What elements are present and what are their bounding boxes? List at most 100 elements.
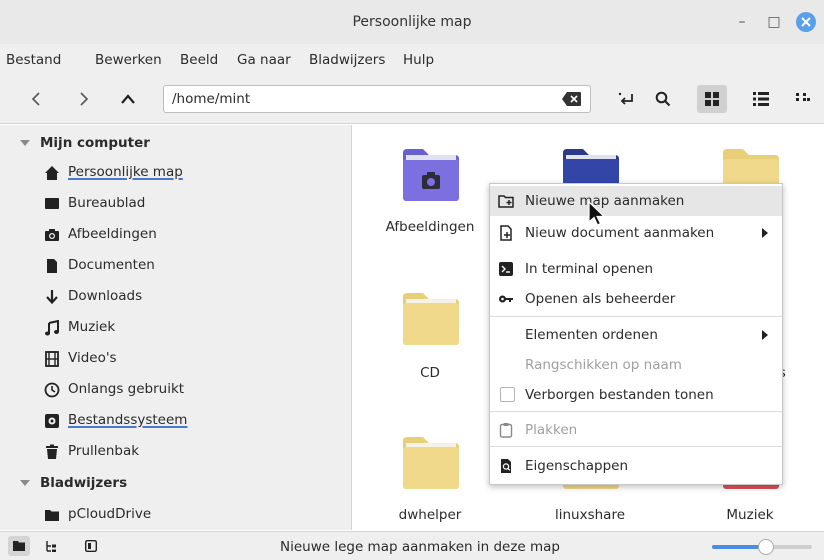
chevron-right-icon	[80, 92, 89, 106]
menu-separator	[490, 411, 782, 412]
menu-item-elementen-ordenen[interactable]: Elementen ordenen	[490, 320, 782, 350]
menu-item-nieuw-document[interactable]: Nieuw document aanmaken	[490, 218, 782, 248]
menu-hulp[interactable]: Hulp	[403, 52, 434, 68]
new-folder-icon	[498, 195, 514, 208]
menu-bewerken[interactable]: Bewerken	[95, 52, 162, 68]
grid-icon	[705, 92, 719, 106]
checkbox-icon[interactable]	[500, 387, 515, 402]
list-view-button[interactable]	[746, 85, 776, 113]
file-item-label: dwhelper	[398, 507, 462, 523]
chevron-left-icon	[31, 92, 40, 106]
terminal-icon	[499, 262, 513, 276]
submenu-arrow-icon	[762, 228, 768, 238]
home-icon	[45, 166, 59, 180]
file-item-afbeeldingen[interactable]: Afbeeldingen	[375, 149, 485, 249]
sidebar-item-label: Downloads	[68, 288, 143, 304]
properties-icon	[501, 459, 511, 473]
submenu-arrow-icon	[762, 330, 768, 340]
search-button[interactable]	[648, 85, 678, 113]
menu-item-verborgen-bestanden[interactable]: Verborgen bestanden tonen	[490, 380, 782, 410]
music-icon	[45, 320, 59, 336]
status-bar: Nieuwe lege map aanmaken in deze map	[0, 531, 824, 560]
zoom-slider[interactable]	[712, 539, 812, 555]
list-icon	[753, 92, 769, 106]
folder-icon	[403, 437, 459, 489]
menu-bestand[interactable]: Bestand	[6, 52, 61, 68]
maximize-button[interactable]: □	[762, 10, 786, 34]
sidebar-item-label: Afbeeldingen	[68, 226, 157, 242]
menu-ga-naar[interactable]: Ga naar	[237, 52, 291, 68]
sidebar-item-label: pCloudDrive	[68, 506, 152, 522]
desktop-icon	[45, 198, 59, 209]
sidebar-item-label: Video's	[68, 350, 117, 366]
minimize-button[interactable]: –	[730, 10, 754, 34]
location-toggle-icon	[618, 92, 633, 105]
sidebar-item-label: Muziek	[68, 319, 116, 335]
camera-icon	[45, 229, 59, 241]
drive-icon	[45, 414, 59, 428]
back-button[interactable]	[22, 86, 50, 112]
trash-icon	[46, 444, 58, 459]
menu-separator	[490, 446, 782, 447]
pictures-folder-icon	[403, 149, 459, 201]
toggle-location-button[interactable]	[612, 85, 642, 113]
file-item-label: Afbeeldingen	[385, 219, 475, 235]
status-text: Nieuwe lege map aanmaken in deze map	[279, 539, 561, 555]
sidebar-item-label: Prullenbak	[68, 443, 140, 459]
menu-bar: Bestand Bewerken Beeld Ga naar Bladwijze…	[0, 44, 824, 74]
document-icon	[47, 259, 57, 273]
icon-view-button[interactable]	[697, 85, 727, 113]
menu-item-label: Verborgen bestanden tonen	[525, 387, 714, 403]
clock-icon	[44, 382, 60, 398]
sidebar-item-label: Bestandssysteem	[68, 412, 188, 428]
sidebar-item-label: Onlangs gebruikt	[68, 381, 185, 397]
menu-item-eigenschappen[interactable]: Eigenschappen	[490, 451, 782, 481]
download-icon	[46, 290, 58, 305]
forward-button[interactable]	[70, 86, 98, 112]
collapse-triangle-icon	[20, 480, 30, 486]
up-button[interactable]	[114, 86, 142, 112]
compact-view-button[interactable]	[788, 85, 818, 113]
section-label: Mijn computer	[40, 135, 150, 151]
zoom-slider-handle[interactable]	[758, 539, 774, 555]
sidebar-item-label: Persoonlijke map	[68, 164, 183, 180]
section-label: Bladwijzers	[40, 475, 128, 491]
search-icon	[655, 91, 671, 107]
show-places-button[interactable]	[8, 536, 30, 556]
context-menu: Nieuwe map aanmaken Nieuw document aanma…	[489, 183, 783, 485]
menu-item-nieuwe-map[interactable]: Nieuwe map aanmaken	[490, 186, 782, 216]
window-title: Persoonlijke map	[352, 14, 472, 30]
places-icon	[13, 541, 25, 551]
minimize-icon: –	[738, 14, 746, 30]
menu-item-label: In terminal openen	[525, 261, 654, 277]
menu-bladwijzers[interactable]: Bladwijzers	[309, 52, 385, 68]
sidebar-toggle-icon	[85, 540, 97, 552]
location-input[interactable]: /home/mint	[163, 85, 591, 113]
menu-item-plakken: Plakken	[490, 415, 782, 445]
file-item-label: Muziek	[726, 507, 774, 523]
film-icon	[45, 351, 59, 367]
sidebar-item-label: Documenten	[68, 257, 155, 273]
tree-icon	[46, 541, 56, 552]
clipboard-icon	[499, 423, 513, 438]
file-item-cd[interactable]: CD	[375, 293, 485, 393]
menu-item-beheerder[interactable]: Openen als beheerder	[490, 284, 782, 314]
menu-item-terminal[interactable]: In terminal openen	[490, 254, 782, 284]
close-button[interactable]	[794, 10, 818, 34]
chevron-up-icon	[121, 94, 135, 104]
menu-beeld[interactable]: Beeld	[180, 52, 218, 68]
mouse-cursor-icon	[588, 201, 606, 226]
hide-sidebar-button[interactable]	[80, 536, 102, 556]
close-icon	[796, 12, 816, 32]
menu-item-label: Elementen ordenen	[525, 327, 658, 343]
clear-icon[interactable]	[562, 91, 582, 107]
menu-item-label: Rangschikken op naam	[525, 357, 682, 373]
file-item-label: linuxshare	[554, 507, 626, 523]
show-tree-button[interactable]	[40, 536, 62, 556]
file-item-label: CD	[420, 365, 440, 381]
collapse-triangle-icon	[20, 140, 30, 146]
menu-item-label: Plakken	[525, 422, 578, 438]
menu-item-label: Openen als beheerder	[525, 291, 676, 307]
new-document-icon	[500, 225, 512, 241]
file-item-dwhelper[interactable]: dwhelper	[375, 437, 485, 529]
